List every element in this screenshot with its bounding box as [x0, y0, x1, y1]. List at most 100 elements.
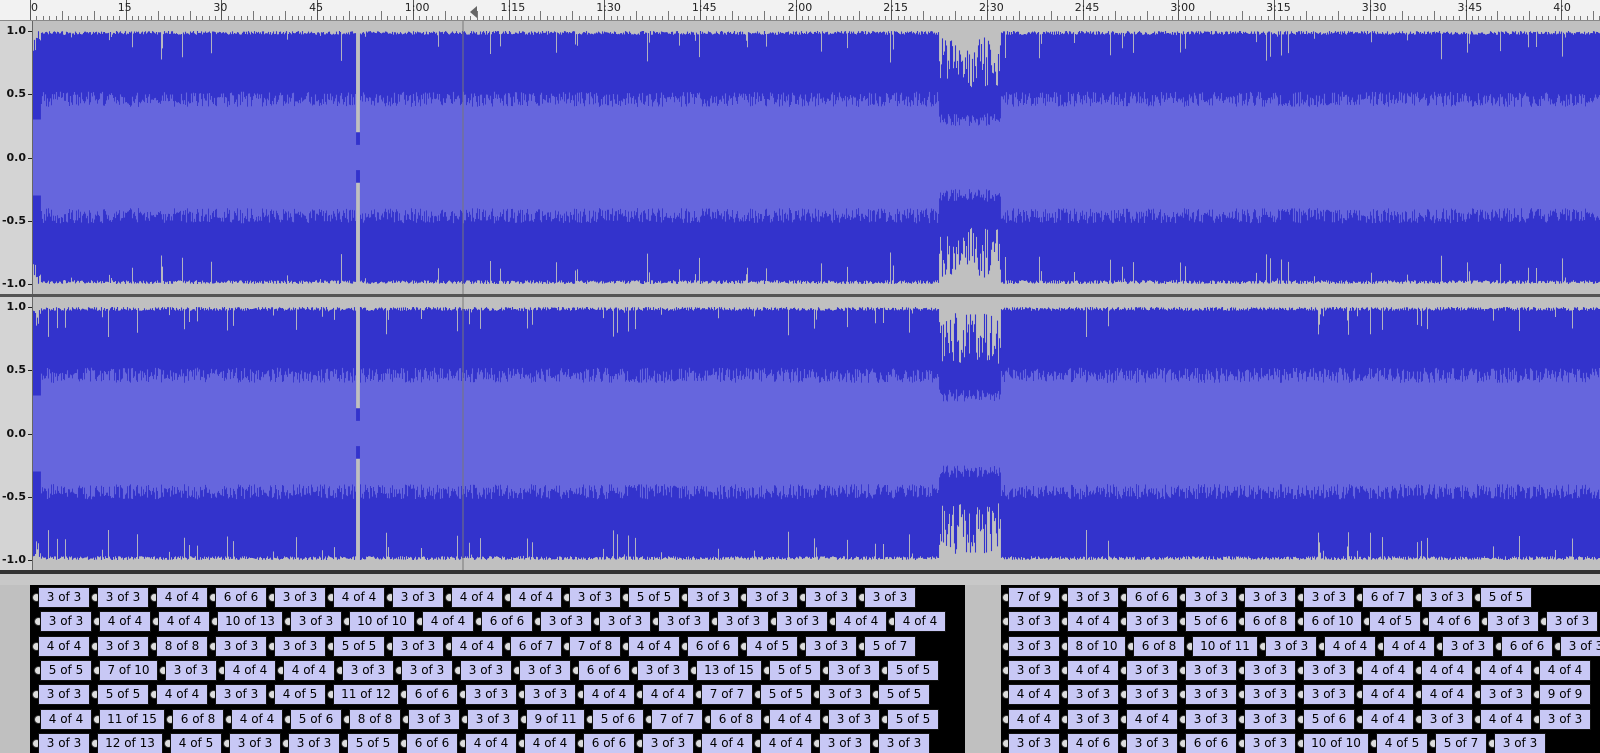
waveform-track-right[interactable]: 1.0 0.5 0.0 -0.5 -1.0	[0, 297, 1600, 570]
label-box[interactable]: 3 of 3	[828, 659, 880, 681]
label-box[interactable]: 3 of 3	[1244, 587, 1296, 608]
label-box[interactable]: 8 of 8	[156, 635, 208, 657]
label-box[interactable]: 4 of 5	[170, 732, 222, 753]
label-box[interactable]: 5 of 5	[760, 684, 812, 706]
label-box[interactable]: 4 of 4	[465, 732, 517, 753]
label-box[interactable]: 10 of 13	[217, 611, 283, 633]
label-box[interactable]: 4 of 4	[1421, 659, 1473, 681]
label-box[interactable]: 3 of 3	[819, 732, 871, 753]
label-box[interactable]: 3 of 3	[805, 635, 857, 657]
label-box[interactable]: 11 of 15	[99, 708, 165, 730]
label-box[interactable]: 4 of 5	[1376, 732, 1428, 753]
label-box[interactable]: 3 of 3	[1303, 659, 1355, 681]
label-box[interactable]: 3 of 3	[274, 587, 326, 608]
label-box[interactable]: 10 of 11	[1192, 635, 1258, 657]
label-box[interactable]: 3 of 3	[288, 732, 340, 753]
label-box[interactable]: 3 of 3	[1126, 684, 1178, 706]
label-box[interactable]: 4 of 4	[1362, 684, 1414, 706]
waveform-right[interactable]	[33, 297, 1600, 570]
label-box[interactable]: 13 of 15	[696, 659, 762, 681]
label-box[interactable]: 3 of 3	[401, 659, 453, 681]
label-box[interactable]: 4 of 4	[283, 659, 335, 681]
label-box[interactable]: 3 of 3	[642, 732, 694, 753]
label-box[interactable]: 10 of 10	[349, 611, 415, 633]
label-box[interactable]: 3 of 3	[864, 587, 916, 608]
label-box[interactable]: 6 of 6	[687, 635, 739, 657]
label-box[interactable]: 3 of 3	[465, 684, 517, 706]
label-box[interactable]: 5 of 5	[628, 587, 680, 608]
label-box[interactable]: 5 of 5	[878, 684, 930, 706]
label-box[interactable]: 3 of 3	[1126, 659, 1178, 681]
label-box[interactable]: 7 of 10	[99, 659, 158, 681]
label-box[interactable]: 11 of 12	[333, 684, 399, 706]
label-track[interactable]: 3 of 33 of 34 of 46 of 63 of 34 of 43 of…	[0, 585, 1600, 753]
label-box[interactable]: 3 of 3	[717, 611, 769, 633]
label-box[interactable]: 5 of 6	[1303, 708, 1355, 730]
label-box[interactable]: 9 of 9	[1539, 684, 1591, 706]
label-box[interactable]: 4 of 4	[769, 708, 821, 730]
label-box[interactable]: 5 of 5	[887, 708, 939, 730]
label-box[interactable]: 6 of 6	[1185, 732, 1237, 753]
label-box[interactable]: 3 of 3	[1067, 708, 1119, 730]
label-box[interactable]: 3 of 3	[746, 587, 798, 608]
label-box[interactable]: 6 of 7	[510, 635, 562, 657]
label-box[interactable]: 4 of 4	[40, 708, 92, 730]
label-box[interactable]: 4 of 4	[1362, 708, 1414, 730]
label-box[interactable]: 3 of 3	[828, 708, 880, 730]
label-box[interactable]: 4 of 4	[1008, 684, 1060, 706]
label-box[interactable]: 4 of 4	[894, 611, 946, 633]
label-box[interactable]: 4 of 4	[231, 708, 283, 730]
label-box[interactable]: 3 of 3	[1126, 611, 1178, 633]
label-box[interactable]: 4 of 4	[451, 635, 503, 657]
label-box[interactable]: 5 of 6	[290, 708, 342, 730]
timeline-ruler[interactable]: 0 15 30 45 1:00 1:15 1:30 1:45 2:00 2:15 2:30 2:45 3…	[0, 0, 1600, 21]
label-box[interactable]: 4 of 4	[1067, 611, 1119, 633]
label-box[interactable]: 4 of 6	[1067, 732, 1119, 753]
label-box[interactable]: 5 of 5	[97, 684, 149, 706]
track-separator[interactable]	[0, 570, 1600, 574]
label-box[interactable]: 4 of 4	[1362, 659, 1414, 681]
label-box[interactable]: 7 of 8	[569, 635, 621, 657]
waveform-left[interactable]	[33, 21, 1600, 294]
label-box[interactable]: 3 of 3	[38, 732, 90, 753]
label-box[interactable]: 6 of 7	[1362, 587, 1414, 608]
label-box[interactable]: 6 of 8	[172, 708, 224, 730]
label-box[interactable]: 3 of 3	[1244, 732, 1296, 753]
label-box[interactable]: 5 of 5	[40, 659, 92, 681]
label-box[interactable]: 3 of 3	[658, 611, 710, 633]
label-box[interactable]: 3 of 3	[1265, 635, 1317, 657]
label-box[interactable]: 10 of 10	[1303, 732, 1369, 753]
label-box[interactable]: 3 of 3	[290, 611, 342, 633]
label-box[interactable]: 6 of 6	[406, 684, 458, 706]
label-box[interactable]: 7 of 9	[1008, 587, 1060, 608]
label-box[interactable]: 5 of 7	[864, 635, 916, 657]
label-box[interactable]: 6 of 6	[1126, 587, 1178, 608]
label-box[interactable]: 3 of 3	[1303, 587, 1355, 608]
label-box[interactable]: 3 of 3	[1126, 732, 1178, 753]
label-box[interactable]: 4 of 6	[1428, 611, 1480, 633]
label-box[interactable]: 7 of 7	[651, 708, 703, 730]
label-box[interactable]: 3 of 3	[569, 587, 621, 608]
label-box[interactable]: 4 of 4	[1480, 708, 1532, 730]
label-box[interactable]: 6 of 10	[1303, 611, 1362, 633]
label-box[interactable]: 4 of 4	[701, 732, 753, 753]
label-box[interactable]: 4 of 4	[333, 587, 385, 608]
label-box[interactable]: 4 of 4	[422, 611, 474, 633]
label-box[interactable]: 4 of 4	[1008, 708, 1060, 730]
label-box[interactable]: 3 of 3	[1560, 635, 1600, 657]
label-box[interactable]: 4 of 4	[1480, 659, 1532, 681]
label-box[interactable]: 4 of 4	[451, 587, 503, 608]
label-box[interactable]: 6 of 6	[1501, 635, 1553, 657]
label-box[interactable]: 4 of 4	[156, 587, 208, 608]
label-box[interactable]: 4 of 5	[1369, 611, 1421, 633]
label-box[interactable]: 8 of 10	[1067, 635, 1126, 657]
label-box[interactable]: 12 of 13	[97, 732, 163, 753]
label-box[interactable]: 3 of 3	[40, 611, 92, 633]
label-box[interactable]: 3 of 3	[637, 659, 689, 681]
label-box[interactable]: 3 of 3	[1539, 708, 1591, 730]
label-box[interactable]: 3 of 3	[687, 587, 739, 608]
label-box[interactable]: 3 of 3	[1185, 587, 1237, 608]
label-box[interactable]: 3 of 3	[229, 732, 281, 753]
label-box[interactable]: 4 of 4	[156, 684, 208, 706]
label-box[interactable]: 3 of 3	[1244, 659, 1296, 681]
